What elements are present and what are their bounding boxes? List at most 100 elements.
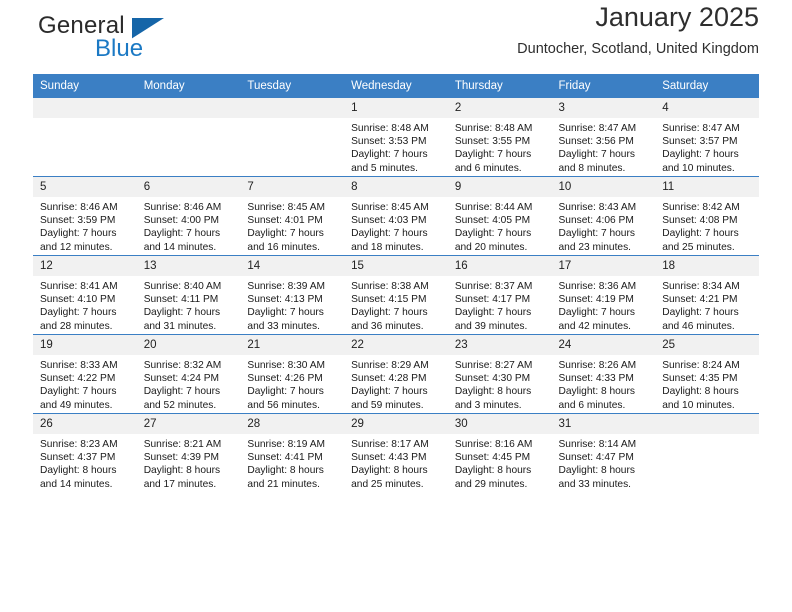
day-info: Sunrise: 8:21 AM Sunset: 4:39 PM Daylight:… <box>137 434 241 491</box>
daylight-line2-text: and 25 minutes. <box>351 478 424 490</box>
sunrise-text: Sunrise: 8:23 AM <box>40 439 118 450</box>
day-cell[interactable]: 1 Sunrise: 8:48 AM Sunset: 3:53 PM Daylight… <box>344 97 448 177</box>
sunrise-text: Sunrise: 8:45 AM <box>247 202 325 213</box>
day-cell[interactable]: 2 Sunrise: 8:48 AM Sunset: 3:55 PM Daylight… <box>447 97 552 177</box>
day-info: Sunrise: 8:14 AM Sunset: 4:47 PM Daylight:… <box>552 434 656 491</box>
generalblue-logo[interactable]: General Blue <box>38 12 248 68</box>
day-cell[interactable]: 20 Sunrise: 8:32 AM Sunset: 4:24 PM Dayligh… <box>136 334 241 414</box>
day-number: 7 <box>240 177 345 197</box>
weekday-header-saturday: Saturday <box>655 74 759 98</box>
sunset-text: Sunset: 3:53 PM <box>351 136 427 148</box>
day-number: 2 <box>447 98 552 118</box>
daylight-line2-text: and 49 minutes. <box>40 399 113 411</box>
day-info: Sunrise: 8:40 AM Sunset: 4:11 PM Daylight:… <box>137 276 241 333</box>
day-number <box>240 98 345 118</box>
day-cell[interactable]: 25 Sunrise: 8:24 AM Sunset: 4:35 PM Dayligh… <box>655 334 759 414</box>
daylight-line2-text: and 8 minutes. <box>558 162 626 174</box>
sunrise-text: Sunrise: 8:42 AM <box>662 202 740 213</box>
day-cell[interactable]: 18 Sunrise: 8:34 AM Sunset: 4:21 PM Dayligh… <box>655 255 759 335</box>
daylight-line2-text: and 28 minutes. <box>40 320 113 332</box>
sunset-text: Sunset: 3:59 PM <box>40 215 116 227</box>
day-number <box>33 98 137 118</box>
day-cell[interactable]: 26 Sunrise: 8:23 AM Sunset: 4:37 PM Dayligh… <box>33 413 137 492</box>
daylight-line1-text: Daylight: 7 hours <box>454 149 532 161</box>
day-number: 22 <box>344 335 448 355</box>
sunset-text: Sunset: 4:28 PM <box>351 373 427 385</box>
day-cell[interactable]: 8 Sunrise: 8:45 AM Sunset: 4:03 PM Daylight… <box>344 176 448 256</box>
day-cell[interactable]: 31 Sunrise: 8:14 AM Sunset: 4:47 PM Dayligh… <box>551 413 656 492</box>
daylight-line1-text: Daylight: 7 hours <box>454 307 532 319</box>
day-number: 8 <box>344 177 448 197</box>
daylight-line1-text: Daylight: 7 hours <box>558 228 635 240</box>
daylight-line2-text: and 3 minutes. <box>454 399 522 411</box>
day-number: 25 <box>655 335 759 355</box>
daylight-line2-text: and 6 minutes. <box>454 162 522 174</box>
daylight-line2-text: and 18 minutes. <box>351 241 424 253</box>
day-cell[interactable]: 27 Sunrise: 8:21 AM Sunset: 4:39 PM Dayligh… <box>136 413 241 492</box>
weekday-header-tuesday: Tuesday <box>240 74 345 98</box>
day-cell[interactable]: 6 Sunrise: 8:46 AM Sunset: 4:00 PM Daylight… <box>136 176 241 256</box>
daylight-line1-text: Daylight: 7 hours <box>558 149 635 161</box>
daylight-line1-text: Daylight: 8 hours <box>662 386 739 398</box>
sunset-text: Sunset: 4:33 PM <box>558 373 634 385</box>
calendar-week-row: 5 Sunrise: 8:46 AM Sunset: 3:59 PM Daylight… <box>33 176 759 256</box>
day-cell[interactable]: 28 Sunrise: 8:19 AM Sunset: 4:41 PM Dayligh… <box>240 413 345 492</box>
daylight-line2-text: and 52 minutes. <box>143 399 217 411</box>
sunset-text: Sunset: 4:00 PM <box>143 215 220 227</box>
day-cell[interactable]: 15 Sunrise: 8:38 AM Sunset: 4:15 PM Dayligh… <box>344 255 448 335</box>
weekday-header-wednesday: Wednesday <box>344 74 448 98</box>
daylight-line1-text: Daylight: 7 hours <box>662 228 739 240</box>
daylight-line1-text: Daylight: 8 hours <box>351 465 428 477</box>
day-cell[interactable]: 30 Sunrise: 8:16 AM Sunset: 4:45 PM Dayligh… <box>447 413 552 492</box>
day-cell[interactable]: 16 Sunrise: 8:37 AM Sunset: 4:17 PM Dayligh… <box>447 255 552 335</box>
daylight-line1-text: Daylight: 7 hours <box>143 386 221 398</box>
day-cell[interactable]: 9 Sunrise: 8:44 AM Sunset: 4:05 PM Daylight… <box>447 176 552 256</box>
daylight-line2-text: and 12 minutes. <box>40 241 113 253</box>
sunrise-text: Sunrise: 8:44 AM <box>454 202 533 213</box>
sunrise-text: Sunrise: 8:26 AM <box>558 360 637 371</box>
day-number: 5 <box>33 177 137 197</box>
daylight-line1-text: Daylight: 7 hours <box>247 307 324 319</box>
day-cell[interactable]: 23 Sunrise: 8:27 AM Sunset: 4:30 PM Dayligh… <box>447 334 552 414</box>
daylight-line1-text: Daylight: 8 hours <box>454 386 532 398</box>
sunrise-text: Sunrise: 8:48 AM <box>454 123 533 134</box>
day-cell[interactable]: 5 Sunrise: 8:46 AM Sunset: 3:59 PM Daylight… <box>33 176 137 256</box>
day-number: 29 <box>344 414 448 434</box>
day-number: 13 <box>136 256 241 276</box>
day-cell[interactable]: 11 Sunrise: 8:42 AM Sunset: 4:08 PM Dayligh… <box>655 176 759 256</box>
daylight-line2-text: and 42 minutes. <box>558 320 632 332</box>
day-info: Sunrise: 8:48 AM Sunset: 3:55 PM Daylight:… <box>448 118 552 175</box>
day-number: 28 <box>240 414 345 434</box>
day-info: Sunrise: 8:47 AM Sunset: 3:56 PM Daylight:… <box>552 118 656 175</box>
daylight-line2-text: and 46 minutes. <box>662 320 735 332</box>
daylight-line2-text: and 16 minutes. <box>247 241 320 253</box>
day-cell[interactable]: 24 Sunrise: 8:26 AM Sunset: 4:33 PM Dayligh… <box>551 334 656 414</box>
day-info: Sunrise: 8:45 AM Sunset: 4:03 PM Daylight:… <box>344 197 448 254</box>
day-cell[interactable]: 17 Sunrise: 8:36 AM Sunset: 4:19 PM Dayligh… <box>551 255 656 335</box>
sunrise-text: Sunrise: 8:47 AM <box>662 123 740 134</box>
daylight-line2-text: and 21 minutes. <box>247 478 320 490</box>
day-number <box>655 414 759 434</box>
day-cell[interactable]: 29 Sunrise: 8:17 AM Sunset: 4:43 PM Dayligh… <box>344 413 448 492</box>
daylight-line1-text: Daylight: 8 hours <box>40 465 117 477</box>
day-cell[interactable]: 13 Sunrise: 8:40 AM Sunset: 4:11 PM Dayligh… <box>136 255 241 335</box>
day-cell[interactable]: 21 Sunrise: 8:30 AM Sunset: 4:26 PM Dayligh… <box>240 334 345 414</box>
sunset-text: Sunset: 4:26 PM <box>247 373 323 385</box>
day-cell[interactable]: 22 Sunrise: 8:29 AM Sunset: 4:28 PM Dayligh… <box>344 334 448 414</box>
daylight-line2-text: and 25 minutes. <box>662 241 735 253</box>
day-cell[interactable]: 10 Sunrise: 8:43 AM Sunset: 4:06 PM Dayligh… <box>551 176 656 256</box>
day-cell[interactable]: 14 Sunrise: 8:39 AM Sunset: 4:13 PM Dayligh… <box>240 255 345 335</box>
day-cell[interactable]: 4 Sunrise: 8:47 AM Sunset: 3:57 PM Daylight… <box>655 97 759 177</box>
sunset-text: Sunset: 4:30 PM <box>454 373 531 385</box>
day-info: Sunrise: 8:36 AM Sunset: 4:19 PM Daylight:… <box>552 276 656 333</box>
day-cell[interactable]: 12 Sunrise: 8:41 AM Sunset: 4:10 PM Dayligh… <box>33 255 137 335</box>
day-cell[interactable]: 7 Sunrise: 8:45 AM Sunset: 4:01 PM Daylight… <box>240 176 345 256</box>
day-cell[interactable]: 3 Sunrise: 8:47 AM Sunset: 3:56 PM Daylight… <box>551 97 656 177</box>
day-info: Sunrise: 8:27 AM Sunset: 4:30 PM Daylight:… <box>448 355 552 412</box>
sunrise-text: Sunrise: 8:46 AM <box>143 202 222 213</box>
day-info: Sunrise: 8:30 AM Sunset: 4:26 PM Daylight:… <box>240 355 344 412</box>
day-number: 21 <box>240 335 345 355</box>
day-cell[interactable]: 19 Sunrise: 8:33 AM Sunset: 4:22 PM Dayligh… <box>33 334 137 414</box>
daylight-line2-text: and 20 minutes. <box>454 241 528 253</box>
sunset-text: Sunset: 4:19 PM <box>558 294 634 306</box>
